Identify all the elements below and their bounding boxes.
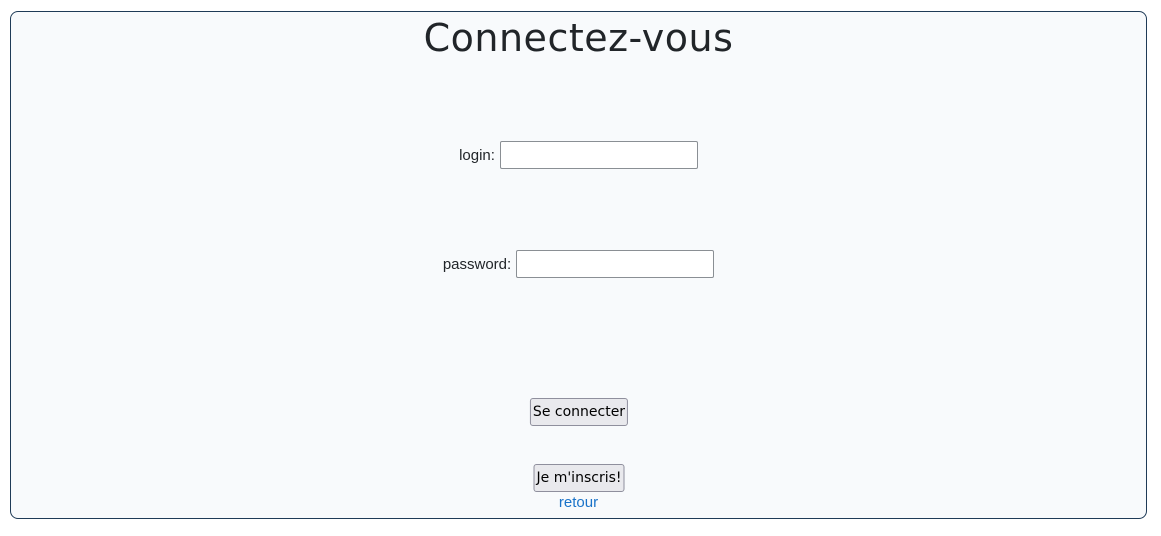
login-input[interactable]	[499, 141, 698, 169]
password-input[interactable]	[516, 250, 715, 278]
password-label: password:	[442, 255, 512, 273]
login-button[interactable]: Se connecter	[529, 398, 629, 426]
register-button[interactable]: Je m'inscris!	[533, 464, 625, 492]
password-row: password:	[11, 250, 1146, 278]
login-card: Connectez-vous login: password: Se conne…	[10, 11, 1147, 519]
page-title: Connectez-vous	[423, 16, 734, 60]
back-link[interactable]: retour	[11, 494, 1146, 511]
login-label: login:	[459, 146, 495, 164]
login-row: login:	[11, 141, 1146, 169]
